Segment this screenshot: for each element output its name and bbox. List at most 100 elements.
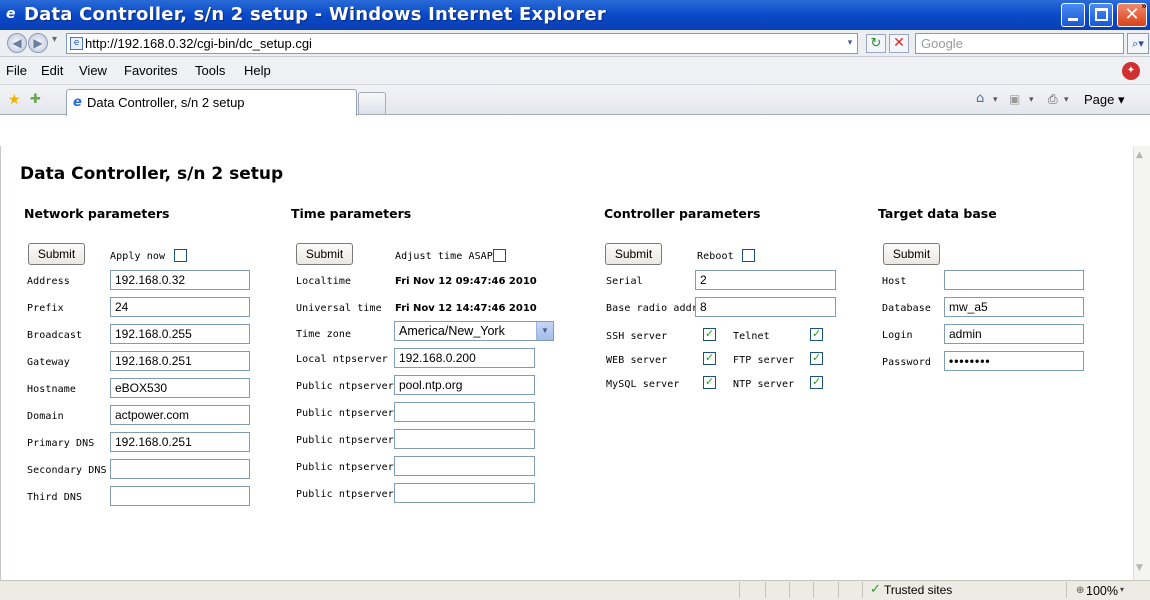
search-button[interactable]: ⌕▾ — [1127, 33, 1149, 54]
menu-edit[interactable]: Edit — [41, 63, 63, 78]
database-field[interactable]: mw_a5 — [944, 297, 1084, 317]
adjust-time-checkbox[interactable] — [493, 249, 506, 262]
stop-button[interactable]: ✕ — [889, 34, 909, 53]
status-separator — [1066, 582, 1067, 598]
status-separator — [765, 582, 766, 598]
back-button[interactable]: ◀ — [7, 33, 27, 53]
ssh-server-checkbox[interactable] — [703, 327, 716, 341]
pdf-addon-icon[interactable]: ✦ — [1122, 62, 1140, 80]
target-submit-button[interactable]: Submit — [883, 243, 940, 265]
new-tab-button[interactable] — [358, 92, 386, 114]
ftp-server-label: FTP server — [733, 355, 795, 366]
minimize-button[interactable] — [1061, 3, 1085, 27]
gateway-field[interactable]: 192.168.0.251 — [110, 351, 250, 371]
forward-button[interactable]: ▶ — [28, 33, 48, 53]
menu-help[interactable]: Help — [244, 63, 271, 78]
prefix-field[interactable]: 24 — [110, 297, 250, 317]
address-label: Address — [27, 276, 70, 287]
security-zone-label[interactable]: Trusted sites — [884, 583, 952, 597]
menu-view[interactable]: View — [79, 63, 107, 78]
menu-file[interactable]: File — [6, 63, 27, 78]
zoom-dropdown-icon[interactable]: ▾ — [1120, 585, 1124, 594]
url-dropdown-icon[interactable]: ▾ — [844, 36, 856, 51]
favorites-star-icon[interactable]: ★ — [8, 92, 21, 108]
serial-field[interactable]: 2 — [695, 270, 836, 290]
print-dropdown-icon[interactable]: ▾ — [1064, 95, 1069, 105]
host-label: Host — [882, 276, 907, 287]
database-label: Database — [882, 303, 931, 314]
menu-tools[interactable]: Tools — [195, 63, 225, 78]
window-titlebar[interactable]: e Data Controller, s/n 2 setup - Windows… — [0, 0, 1150, 30]
timezone-label: Time zone — [296, 329, 352, 340]
menu-favorites[interactable]: Favorites — [124, 63, 177, 78]
tab-active[interactable]: e Data Controller, s/n 2 setup — [66, 89, 357, 116]
ftp-server-checkbox[interactable] — [810, 351, 823, 365]
refresh-button[interactable]: ↻ — [866, 34, 886, 53]
maximize-button[interactable] — [1089, 3, 1113, 27]
public-ntpserver-3-field[interactable] — [394, 429, 535, 449]
adjust-time-label: Adjust time ASAP — [395, 251, 493, 262]
home-icon[interactable]: ⌂ — [976, 91, 984, 106]
scroll-down-icon[interactable]: ▼ — [1136, 563, 1143, 573]
telnet-checkbox[interactable] — [810, 327, 823, 341]
reboot-checkbox[interactable] — [742, 249, 755, 262]
address-bar: ◀ ▶ ▾ http://192.168.0.32/cgi-bin/dc_set… — [0, 30, 1150, 57]
status-separator — [739, 582, 740, 598]
status-bar — [0, 580, 1150, 600]
tab-label: Data Controller, s/n 2 setup — [87, 95, 245, 110]
add-favorite-icon[interactable]: ✚ — [30, 92, 41, 107]
public-ntpserver-3-label: Public ntpserver 3 — [296, 435, 407, 446]
ntp-server-checkbox[interactable] — [810, 375, 823, 389]
zoom-level[interactable]: 100% — [1086, 584, 1118, 598]
public-ntpserver-5-label: Public ntpserver 5 — [296, 489, 407, 500]
timezone-select[interactable]: America/New_York ▼ — [394, 321, 554, 341]
url-field[interactable]: http://192.168.0.32/cgi-bin/dc_setup.cgi — [66, 33, 858, 54]
domain-field[interactable]: actpower.com — [110, 405, 250, 425]
status-separator — [813, 582, 814, 598]
timezone-select-value: America/New_York — [399, 324, 505, 338]
status-separator — [789, 582, 790, 598]
login-label: Login — [882, 330, 913, 341]
public-ntpserver-4-label: Public ntpserver 4 — [296, 462, 407, 473]
primary-dns-field[interactable]: 192.168.0.251 — [110, 432, 250, 452]
maximize-icon — [1095, 8, 1108, 21]
public-ntpserver-2-label: Public ntpserver 2 — [296, 408, 407, 419]
feeds-dropdown-icon[interactable]: ▾ — [1029, 95, 1034, 105]
third-dns-field[interactable] — [110, 486, 250, 506]
network-submit-button[interactable]: Submit — [28, 243, 85, 265]
recent-pages-dropdown-icon[interactable]: ▾ — [52, 34, 57, 45]
feeds-icon[interactable]: ▣ — [1009, 92, 1020, 106]
hostname-label: Hostname — [27, 384, 76, 395]
host-field[interactable] — [944, 270, 1084, 290]
scroll-up-icon[interactable]: ▲ — [1136, 150, 1143, 160]
secondary-dns-field[interactable] — [110, 459, 250, 479]
password-label: Password — [882, 357, 931, 368]
mysql-server-checkbox[interactable] — [703, 375, 716, 389]
login-field[interactable]: admin — [944, 324, 1084, 344]
base-radio-addr-field[interactable]: 8 — [695, 297, 836, 317]
controller-submit-button[interactable]: Submit — [605, 243, 662, 265]
gateway-label: Gateway — [27, 357, 70, 368]
minimize-icon — [1068, 18, 1078, 21]
window-title: Data Controller, s/n 2 setup - Windows I… — [24, 4, 606, 25]
time-submit-button[interactable]: Submit — [296, 243, 353, 265]
address-field[interactable]: 192.168.0.32 — [110, 270, 250, 290]
public-ntpserver-5-field[interactable] — [394, 483, 535, 503]
broadcast-field[interactable]: 192.168.0.255 — [110, 324, 250, 344]
print-icon[interactable]: ⎙ — [1048, 92, 1058, 107]
vertical-scrollbar[interactable] — [1133, 146, 1150, 580]
apply-now-label: Apply now — [110, 251, 166, 262]
local-ntpserver-field[interactable]: 192.168.0.200 — [394, 348, 535, 368]
apply-now-checkbox[interactable] — [174, 249, 187, 262]
home-dropdown-icon[interactable]: ▾ — [993, 95, 998, 105]
search-input[interactable]: Google — [915, 33, 1124, 54]
public-ntpserver-1-field[interactable]: pool.ntp.org — [394, 375, 535, 395]
password-field[interactable]: •••••••• — [944, 351, 1084, 371]
web-server-checkbox[interactable] — [703, 351, 716, 365]
page-menu-button[interactable]: Page ▾ — [1084, 92, 1125, 108]
hostname-field[interactable]: eBOX530 — [110, 378, 250, 398]
reboot-label: Reboot — [697, 251, 734, 262]
public-ntpserver-4-field[interactable] — [394, 456, 535, 476]
public-ntpserver-2-field[interactable] — [394, 402, 535, 422]
chevron-more-icon[interactable]: » — [1141, 1, 1147, 12]
